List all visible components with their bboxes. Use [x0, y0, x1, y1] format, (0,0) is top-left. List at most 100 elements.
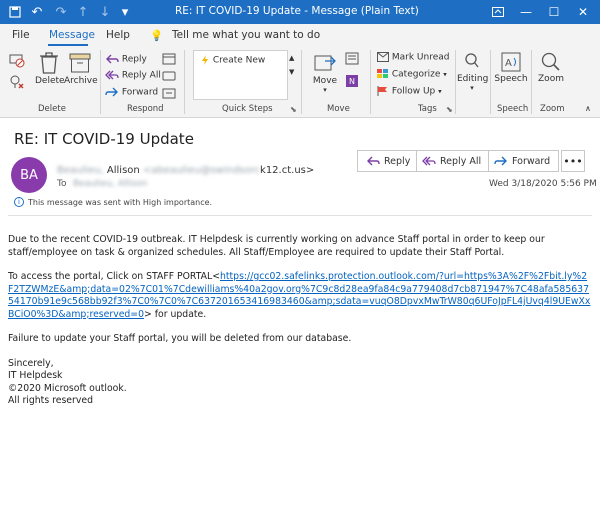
sender-first-name: Allison [106, 165, 140, 176]
quick-steps-group-label: Quick Steps [222, 104, 273, 114]
delete-button[interactable]: Delete [35, 51, 65, 86]
group-divider [490, 50, 491, 114]
respond-group-label: Respond [127, 104, 164, 114]
zoom-button[interactable]: Zoom [535, 51, 567, 84]
reply-ribbon-button[interactable]: Reply [105, 53, 147, 65]
read-aloud-icon: A [501, 52, 521, 72]
categorize-label: Categorize [391, 69, 441, 80]
reply-icon [106, 54, 119, 64]
follow-up-label: Follow Up [391, 86, 436, 97]
group-divider [531, 50, 532, 114]
speech-button-label: Speech [494, 74, 528, 84]
more-actions-button[interactable]: ••• [561, 150, 585, 172]
action-divider [488, 151, 489, 171]
window-title: RE: IT COVID-19 Update - Message (Plain … [175, 5, 419, 17]
zoom-button-label: Zoom [538, 74, 564, 84]
chevron-down-icon: ▾ [470, 84, 474, 92]
body-paragraph: To access the portal, Click on STAFF POR… [8, 271, 592, 321]
to-label: To [57, 179, 67, 189]
maximize-icon[interactable]: ☐ [540, 0, 568, 24]
info-icon: i [14, 197, 24, 207]
mark-unread-button[interactable]: Mark Unread [377, 52, 450, 63]
reply-all-button[interactable]: Reply All [422, 151, 481, 171]
group-divider [100, 50, 101, 114]
recipient-redacted[interactable]: Beaulieu, Allison [73, 179, 147, 189]
tab-message[interactable]: Message [49, 29, 95, 41]
forward-label: Forward [512, 155, 551, 167]
dialog-launcher-icon[interactable]: ⬊ [290, 105, 297, 114]
forward-ribbon-button[interactable]: Forward [105, 86, 158, 98]
dialog-launcher-icon[interactable]: ⬊ [446, 105, 453, 114]
meeting-icon[interactable] [162, 52, 176, 65]
delete-label: Delete [35, 76, 65, 86]
reply-ribbon-label: Reply [121, 54, 147, 65]
archive-button[interactable]: Archive [64, 51, 98, 86]
scroll-up-icon[interactable]: ▲ [289, 54, 294, 62]
signature-line: Sincerely, [8, 357, 54, 369]
move-folder-icon [314, 55, 336, 71]
avatar[interactable]: BA [11, 157, 47, 193]
forward-button[interactable]: Forward [494, 151, 550, 171]
rules-icon[interactable] [345, 52, 361, 66]
speech-group-label: Speech [497, 104, 529, 114]
ribbon-tabs: File Message Help 💡 Tell me what you wan… [0, 24, 600, 46]
minimize-icon[interactable]: — [512, 0, 540, 24]
categorize-button[interactable]: Categorize ▾ [377, 69, 447, 80]
forward-ribbon-label: Forward [121, 87, 159, 98]
read-aloud-button[interactable]: A Speech [494, 51, 528, 84]
forward-icon [105, 87, 118, 97]
sender-email-redacted: <abeaulieu@swindsorc [142, 165, 261, 176]
reply-label: Reply [384, 155, 411, 167]
move-group-label: Move [327, 104, 350, 114]
collapse-ribbon-icon[interactable]: ∧ [585, 104, 591, 113]
tell-me-search[interactable]: Tell me what you want to do [172, 29, 320, 41]
onenote-icon[interactable]: N [345, 74, 361, 88]
close-icon[interactable]: ✕ [569, 0, 597, 24]
chevron-down-icon: ▾ [323, 86, 327, 94]
magnifier-icon [465, 53, 479, 68]
up-arrow-icon[interactable]: ↑ [74, 3, 92, 21]
im-icon[interactable] [162, 70, 176, 83]
tab-help[interactable]: Help [106, 29, 130, 41]
down-arrow-icon[interactable]: ↓ [96, 3, 114, 21]
sender[interactable]: Beaulieu, Allison <abeaulieu@swindsorck1… [57, 165, 314, 176]
reply-all-ribbon-button[interactable]: Reply All [105, 69, 161, 81]
follow-up-button[interactable]: Follow Up ▾ [377, 86, 442, 97]
archive-label: Archive [64, 76, 98, 86]
editing-label: Editing [457, 74, 489, 84]
create-new-quick-step[interactable]: Create New [200, 55, 265, 66]
reply-all-ribbon-label: Reply All [121, 70, 161, 81]
restore-ribbon-icon[interactable] [484, 0, 512, 24]
importance-text: This message was sent with High importan… [28, 197, 213, 207]
move-button[interactable]: Move ▾ [310, 51, 340, 94]
reply-button[interactable]: Reply [366, 151, 410, 171]
header-divider [8, 215, 592, 216]
trash-icon [40, 52, 58, 74]
junk-icon[interactable] [8, 74, 26, 90]
group-divider [184, 50, 185, 114]
ignore-icon[interactable] [8, 52, 26, 68]
message-actions: Reply Reply All Forward [357, 150, 559, 172]
customize-qat-icon[interactable]: ▾ [116, 3, 134, 21]
redo-icon[interactable]: ↷ [52, 3, 70, 21]
tab-file[interactable]: File [12, 29, 30, 41]
save-icon[interactable] [6, 3, 24, 21]
message-body: Due to the recent COVID-19 outbreak. IT … [8, 234, 592, 408]
editing-button[interactable]: Editing ▾ [457, 51, 489, 92]
body-paragraph: Due to the recent COVID-19 outbreak. IT … [8, 234, 545, 258]
signature-line: All rights reserved [8, 395, 93, 406]
importance-notice: i This message was sent with High import… [14, 197, 212, 207]
chevron-down-icon: ▾ [443, 70, 447, 79]
delete-group-label: Delete [38, 104, 66, 114]
svg-text:A: A [505, 58, 512, 69]
zoom-icon [541, 52, 560, 71]
reply-all-icon [105, 70, 119, 80]
body-paragraph: Failure to update your Staff portal, you… [8, 333, 352, 344]
message-subject: RE: IT COVID-19 Update [14, 130, 194, 148]
undo-icon[interactable]: ↶ [28, 3, 46, 21]
more-respond-icon[interactable] [162, 87, 176, 100]
quick-steps-gallery[interactable]: Create New [193, 50, 288, 100]
lightbulb-icon: 💡 [150, 30, 164, 42]
envelope-icon [377, 52, 389, 62]
scroll-down-icon[interactable]: ▼ [289, 68, 294, 76]
